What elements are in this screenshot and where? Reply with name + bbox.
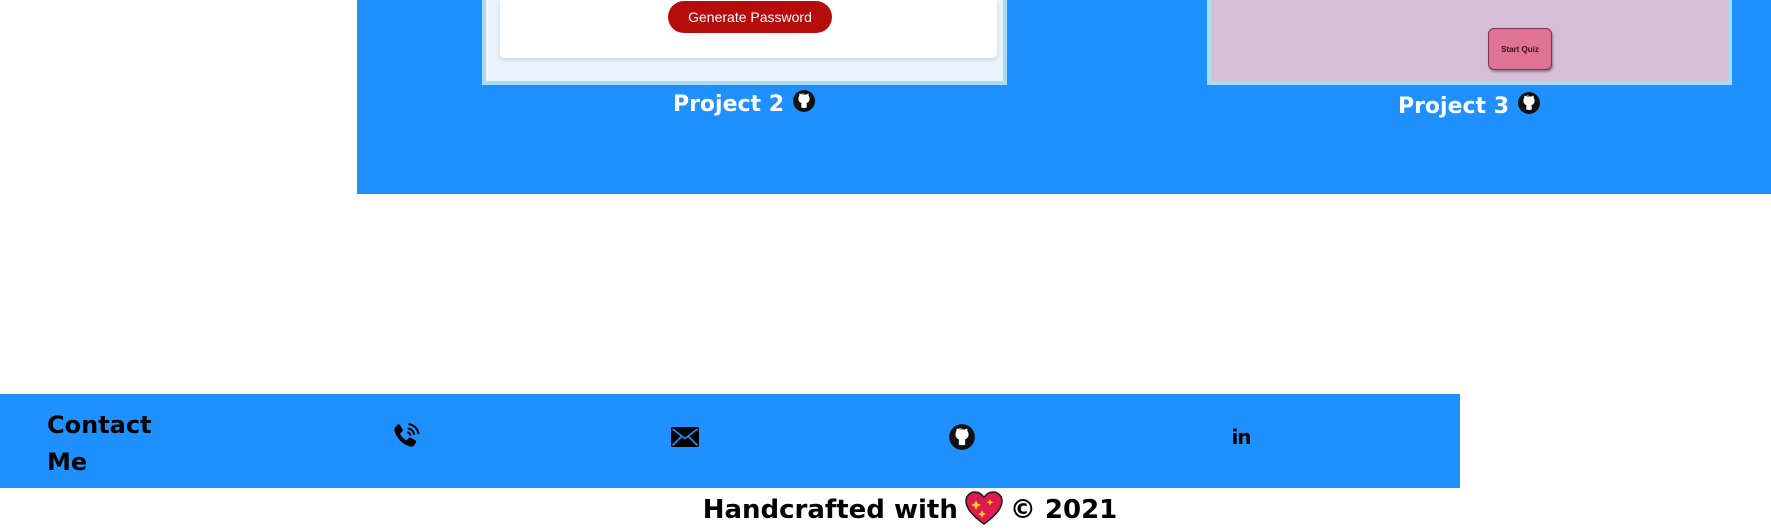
email-icon[interactable] [668, 420, 702, 454]
project-3-preview[interactable]: Start Quiz [1207, 0, 1732, 85]
project-card-2: Generate Password Project 2 [482, 0, 1007, 117]
linkedin-glyph: in [1231, 425, 1251, 449]
footer: Handcrafted with © 2021 [0, 490, 1771, 530]
project-2-preview[interactable]: Generate Password [482, 0, 1007, 85]
project-3-caption: Project 3 [1207, 91, 1732, 119]
project-2-caption: Project 2 [482, 89, 1007, 117]
generate-password-button[interactable]: Generate Password [668, 1, 832, 33]
project-3-title[interactable]: Project 3 [1398, 94, 1509, 119]
project-2-title[interactable]: Project 2 [673, 92, 784, 117]
project-card-3: Start Quiz Project 3 [1207, 0, 1732, 119]
projects-section: Generate Password Project 2 Start Quiz P… [357, 0, 1771, 194]
start-quiz-button[interactable]: Start Quiz [1488, 28, 1552, 70]
linkedin-icon[interactable]: in [1224, 420, 1258, 454]
contact-bar: Contact Me in [0, 394, 1460, 488]
phone-icon[interactable] [389, 420, 423, 454]
sparkling-heart-icon [965, 491, 1003, 525]
github-icon[interactable] [792, 89, 816, 113]
password-generator-panel: Generate Password [500, 0, 997, 58]
github-icon[interactable] [1517, 91, 1541, 115]
github-icon[interactable] [945, 420, 979, 454]
contact-title: Contact Me [47, 411, 152, 476]
footer-copyright: © 2021 [1009, 495, 1118, 525]
footer-prefix: Handcrafted with [702, 495, 958, 525]
